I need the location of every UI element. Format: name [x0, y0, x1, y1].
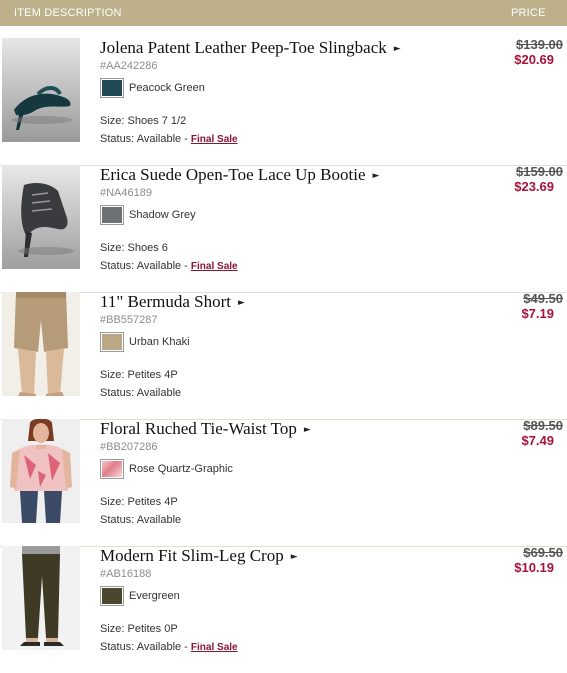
product-name-link[interactable]: Jolena Patent Leather Peep-Toe Slingback… — [100, 38, 401, 58]
product-name-link[interactable]: Modern Fit Slim-Leg Crop ► — [100, 546, 298, 566]
arrow-right-icon[interactable]: ► — [291, 552, 298, 562]
status-text: Status: Available — [100, 514, 182, 526]
color-name: Peacock Green — [129, 82, 205, 94]
product-image-short[interactable] — [2, 292, 80, 396]
product-name[interactable]: Erica Suede Open-Toe Lace Up Bootie — [100, 165, 366, 184]
status-text: Status: Available - — [100, 260, 191, 272]
sale-price: $7.19 — [521, 306, 554, 321]
color-swatch — [100, 78, 124, 98]
list-item: 11" Bermuda Short ► #BB557287 Urban Khaki… — [0, 291, 567, 420]
color-name: Evergreen — [129, 590, 180, 602]
sale-price: $7.49 — [521, 433, 554, 448]
product-sku: #NA46189 — [100, 187, 152, 199]
product-image-slingback[interactable] — [2, 38, 80, 142]
product-name-link[interactable]: 11" Bermuda Short ► — [100, 292, 245, 312]
color-name: Shadow Grey — [129, 209, 196, 221]
price-header: PRICE — [511, 7, 546, 19]
item-description-header: ITEM DESCRIPTION — [14, 7, 122, 19]
sale-price: $23.69 — [514, 179, 554, 194]
color-swatch — [100, 459, 124, 479]
status-text: Status: Available - — [100, 641, 191, 653]
product-size: Size: Petites 4P — [100, 496, 178, 508]
product-status: Status: Available - Final Sale — [100, 641, 238, 653]
final-sale-link[interactable]: Final Sale — [191, 642, 238, 653]
product-sku: #BB557287 — [100, 314, 158, 326]
color-swatch — [100, 205, 124, 225]
product-status: Status: Available — [100, 387, 181, 399]
color-swatch — [100, 332, 124, 352]
original-price: $159.00 — [516, 164, 563, 179]
color-swatch — [100, 586, 124, 606]
list-item: Floral Ruched Tie-Waist Top ► #BB207286 R… — [0, 418, 567, 547]
arrow-right-icon[interactable]: ► — [373, 171, 380, 181]
product-image-top[interactable] — [2, 419, 80, 523]
product-name[interactable]: Jolena Patent Leather Peep-Toe Slingback — [100, 38, 387, 57]
list-item: Jolena Patent Leather Peep-Toe Slingback… — [0, 37, 567, 166]
sale-price: $10.19 — [514, 560, 554, 575]
product-sku: #AB16188 — [100, 568, 152, 580]
original-price: $139.00 — [516, 37, 563, 52]
product-name[interactable]: 11" Bermuda Short — [100, 292, 231, 311]
product-name[interactable]: Modern Fit Slim-Leg Crop — [100, 546, 284, 565]
product-name-link[interactable]: Floral Ruched Tie-Waist Top ► — [100, 419, 311, 439]
list-item: Modern Fit Slim-Leg Crop ► #AB16188 Everg… — [0, 545, 567, 673]
product-size: Size: Shoes 6 — [100, 242, 168, 254]
color-name: Urban Khaki — [129, 336, 190, 348]
status-text: Status: Available — [100, 387, 182, 399]
product-image-bootie[interactable] — [2, 165, 80, 269]
product-image-crop[interactable] — [2, 546, 80, 650]
product-size: Size: Shoes 7 1/2 — [100, 115, 187, 127]
arrow-right-icon[interactable]: ► — [394, 44, 401, 54]
table-header: ITEM DESCRIPTION PRICE — [0, 0, 567, 26]
original-price: $89.50 — [523, 418, 563, 433]
product-name[interactable]: Floral Ruched Tie-Waist Top — [100, 419, 297, 438]
final-sale-link[interactable]: Final Sale — [191, 261, 238, 272]
sale-price: $20.69 — [514, 52, 554, 67]
product-size: Size: Petites 0P — [100, 623, 178, 635]
original-price: $69.50 — [523, 545, 563, 560]
product-status: Status: Available - Final Sale — [100, 133, 238, 145]
color-name: Rose Quartz-Graphic — [129, 463, 233, 475]
status-text: Status: Available - — [100, 133, 191, 145]
product-sku: #BB207286 — [100, 441, 158, 453]
final-sale-link[interactable]: Final Sale — [191, 134, 238, 145]
product-status: Status: Available - Final Sale — [100, 260, 238, 272]
list-item: Erica Suede Open-Toe Lace Up Bootie ► #NA… — [0, 164, 567, 293]
product-name-link[interactable]: Erica Suede Open-Toe Lace Up Bootie ► — [100, 165, 379, 185]
product-size: Size: Petites 4P — [100, 369, 178, 381]
product-sku: #AA242286 — [100, 60, 158, 72]
arrow-right-icon[interactable]: ► — [238, 298, 245, 308]
product-status: Status: Available — [100, 514, 181, 526]
original-price: $49.50 — [523, 291, 563, 306]
arrow-right-icon[interactable]: ► — [304, 425, 311, 435]
